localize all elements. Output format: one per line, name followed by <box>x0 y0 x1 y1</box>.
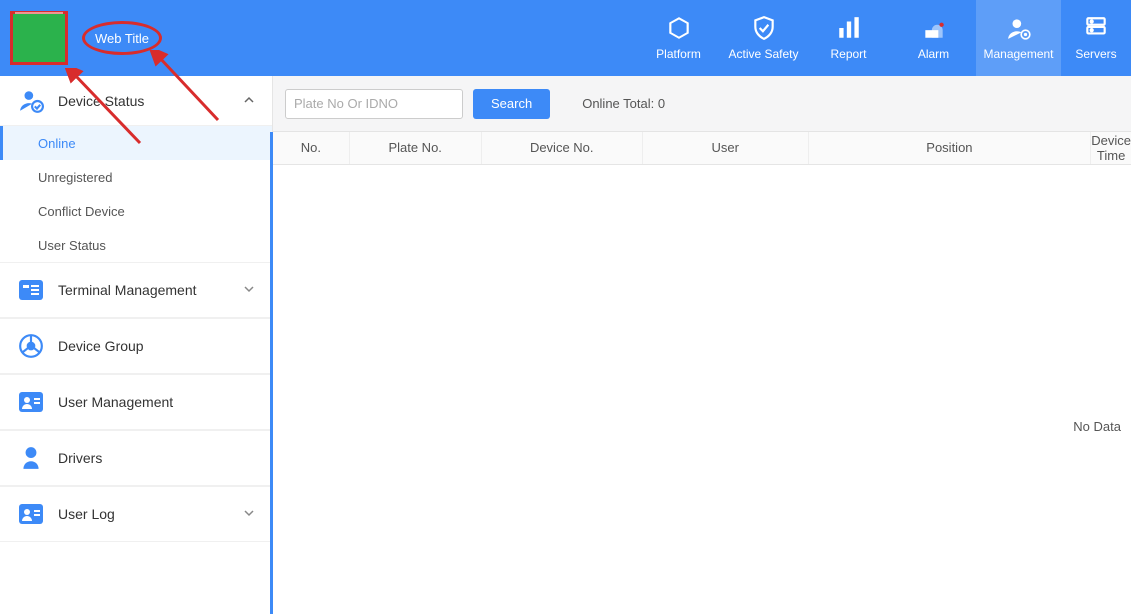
sidebar-sub-unregistered[interactable]: Unregistered <box>0 160 272 194</box>
th-position[interactable]: Position <box>808 132 1091 164</box>
sidebar-label: Device Group <box>58 338 144 354</box>
logo-box <box>10 11 68 65</box>
nav-label: Alarm <box>918 47 949 61</box>
th-plate[interactable]: Plate No. <box>349 132 481 164</box>
sidebar-sub-user-status[interactable]: User Status <box>0 228 272 262</box>
sidebar-sub-online[interactable]: Online <box>0 126 272 160</box>
user-gear-icon <box>1006 15 1032 41</box>
sidebar-label: User Log <box>58 506 115 522</box>
user-card-icon <box>18 501 44 527</box>
driver-icon <box>18 445 44 471</box>
nav-label: Report <box>830 47 866 61</box>
online-total: Online Total: 0 <box>582 96 665 111</box>
sidebar-sub-conflict[interactable]: Conflict Device <box>0 194 272 228</box>
shield-check-icon <box>751 15 777 41</box>
top-nav: Platform Active Safety Report Alarm Mana… <box>636 0 1131 76</box>
bar-chart-icon <box>836 15 862 41</box>
online-total-label: Online Total: <box>582 96 654 111</box>
nav-management[interactable]: Management <box>976 0 1061 76</box>
alarm-icon <box>921 15 947 41</box>
nav-platform[interactable]: Platform <box>636 0 721 76</box>
nav-alarm[interactable]: Alarm <box>891 0 976 76</box>
sidebar-label: Terminal Management <box>58 282 197 298</box>
sidebar-user-log[interactable]: User Log <box>0 486 272 542</box>
sidebar-drivers[interactable]: Drivers <box>0 430 272 486</box>
nav-label: Management <box>983 47 1053 61</box>
nav-servers[interactable]: Servers <box>1061 0 1131 76</box>
data-table: No. Plate No. Device No. User Position D… <box>273 132 1131 165</box>
nav-label: Servers <box>1075 47 1116 61</box>
sidebar-terminal-management[interactable]: Terminal Management <box>0 262 272 318</box>
online-total-value: 0 <box>658 96 665 111</box>
no-data-text: No Data <box>1073 419 1121 434</box>
search-button[interactable]: Search <box>473 89 550 119</box>
sidebar-label: Drivers <box>58 450 102 466</box>
terminal-icon <box>18 277 44 303</box>
sidebar-device-group[interactable]: Device Group <box>0 318 272 374</box>
steering-wheel-icon <box>18 333 44 359</box>
chevron-up-icon <box>244 94 254 108</box>
web-title: Web Title <box>82 21 162 55</box>
th-device[interactable]: Device No. <box>481 132 642 164</box>
sidebar-label: User Management <box>58 394 173 410</box>
nav-label: Active Safety <box>728 47 798 61</box>
sidebar-user-management[interactable]: User Management <box>0 374 272 430</box>
chevron-down-icon <box>244 507 254 521</box>
table-area: No. Plate No. Device No. User Position D… <box>273 132 1131 614</box>
user-card-icon <box>18 389 44 415</box>
th-device-time[interactable]: Device Time <box>1091 132 1131 164</box>
top-header: Web Title Platform Active Safety Report <box>0 0 1131 76</box>
user-check-icon <box>18 88 44 114</box>
nav-label: Platform <box>656 47 701 61</box>
sidebar-device-status[interactable]: Device Status <box>0 76 272 126</box>
logo-area: Web Title <box>0 11 162 65</box>
main-content: Search Online Total: 0 No. Plate No. Dev… <box>273 76 1131 614</box>
cube-icon <box>666 15 692 41</box>
nav-active-safety[interactable]: Active Safety <box>721 0 806 76</box>
sidebar: Device Status Online Unregistered Confli… <box>0 76 273 614</box>
nav-report[interactable]: Report <box>806 0 891 76</box>
server-icon <box>1083 15 1109 41</box>
th-user[interactable]: User <box>642 132 808 164</box>
search-bar: Search Online Total: 0 <box>273 76 1131 132</box>
th-no[interactable]: No. <box>273 132 349 164</box>
search-input[interactable] <box>285 89 463 119</box>
sidebar-label: Device Status <box>58 93 144 109</box>
chevron-down-icon <box>244 283 254 297</box>
